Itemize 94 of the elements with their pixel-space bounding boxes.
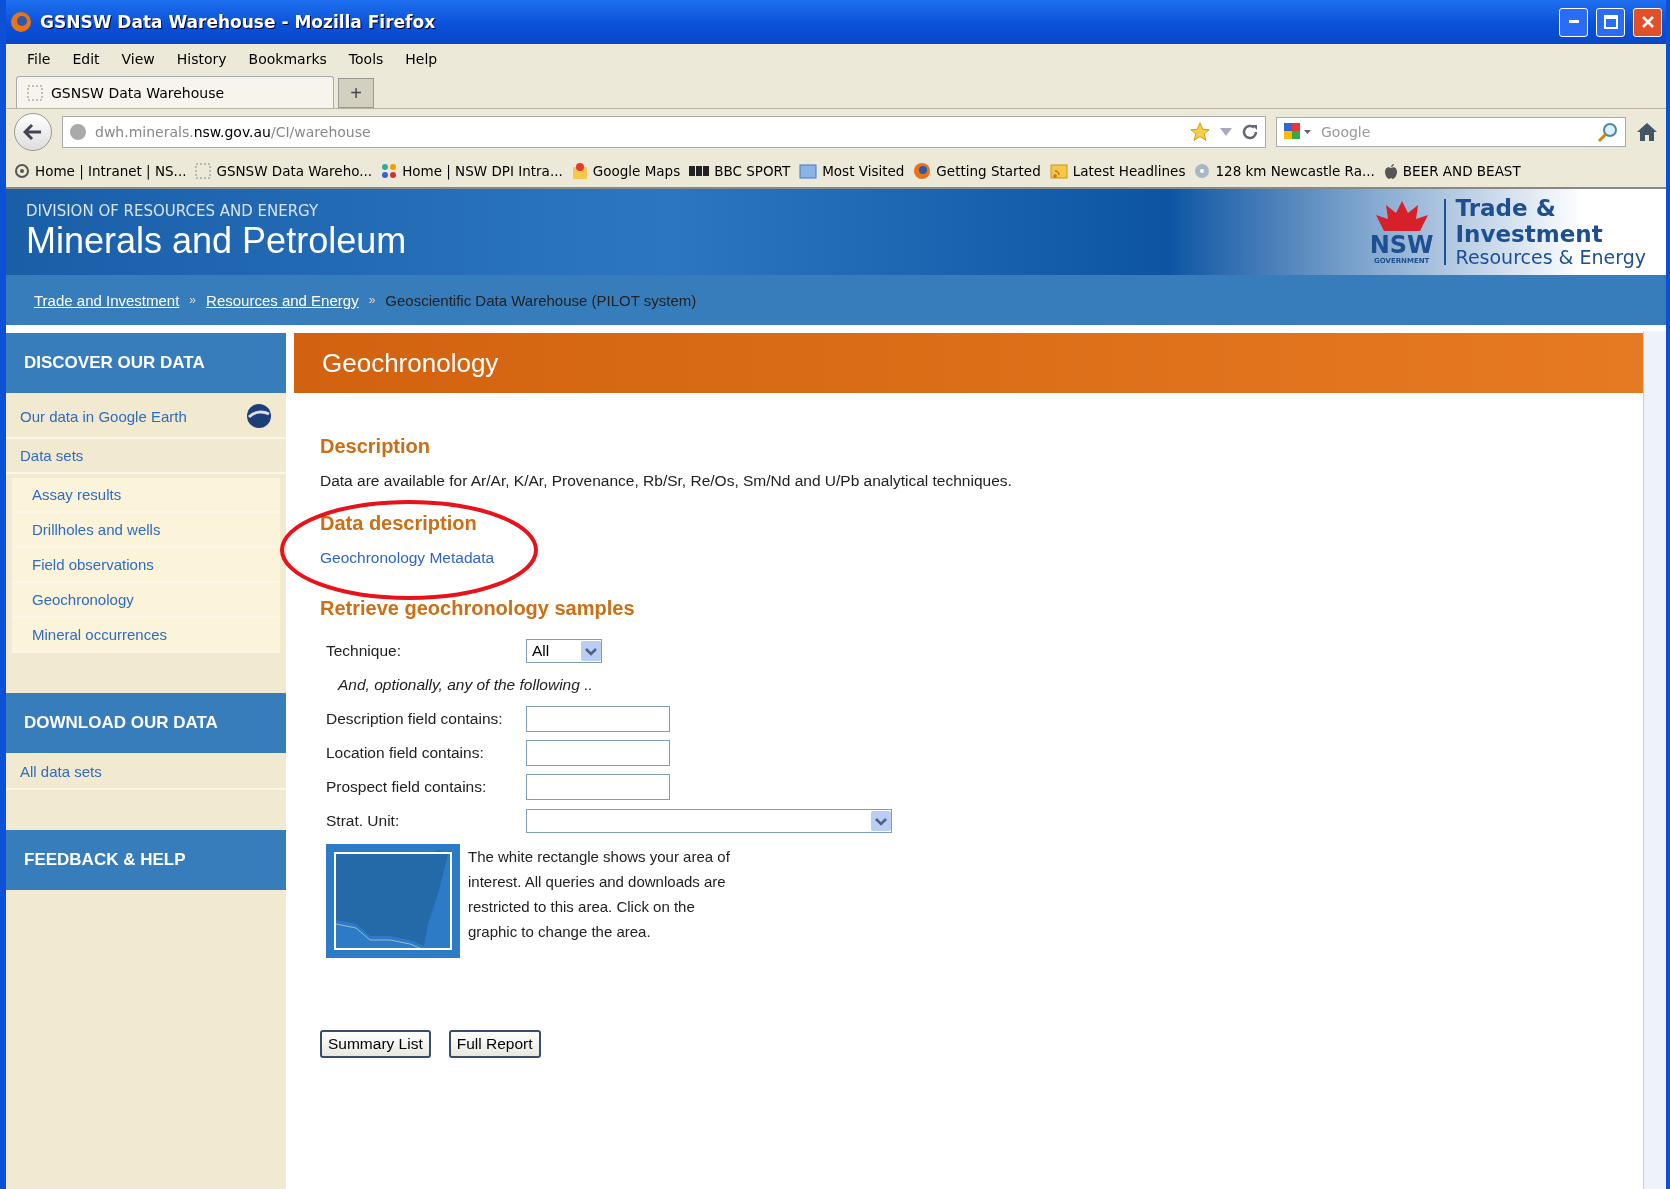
- brand-text: Trade &: [1455, 196, 1557, 222]
- browser-tab[interactable]: GSNSW Data Warehouse: [16, 76, 334, 108]
- sidebar-heading: DOWNLOAD OUR DATA: [6, 693, 286, 753]
- back-button[interactable]: [14, 113, 52, 151]
- field-label: Technique:: [326, 642, 402, 660]
- field-label: Strat. Unit:: [326, 812, 401, 830]
- minimize-icon: [1568, 20, 1579, 24]
- sidebar-heading: DISCOVER OUR DATA: [6, 333, 286, 393]
- section-heading: Description: [320, 435, 432, 458]
- bookmark-item[interactable]: BEER AND BEAST: [1383, 163, 1521, 179]
- page-banner: Geochronology: [294, 333, 1644, 393]
- sidebar-sublink[interactable]: Mineral occurrences: [12, 618, 280, 653]
- sidebar-link[interactable]: Data sets: [6, 439, 286, 474]
- sidebar-sublink[interactable]: Drillholes and wells: [12, 513, 280, 548]
- sidebar-link[interactable]: All data sets: [6, 755, 286, 790]
- map-instructions: The white rectangle shows your area of interest. All queries and downloads are restricted to this area. Click on the graphic to change the area.: [468, 847, 730, 942]
- select-field[interactable]: All: [526, 639, 602, 663]
- swirl-icon: [14, 163, 30, 179]
- blocks-icon: [689, 166, 710, 176]
- minimize-button[interactable]: [1559, 7, 1588, 37]
- bookmark-item[interactable]: Getting Started: [913, 162, 1041, 180]
- google-logo-icon: [1283, 122, 1313, 142]
- menu-item[interactable]: File: [16, 51, 62, 67]
- breadcrumb-separator: »: [189, 293, 197, 307]
- select-field[interactable]: [526, 809, 892, 833]
- rss-folder-icon: [1049, 163, 1068, 179]
- search-icon[interactable]: [1597, 121, 1619, 143]
- globe-icon: [913, 162, 932, 180]
- breadcrumb-current: Geoscientific Data Warehouse (PILOT system): [385, 291, 697, 309]
- maximize-button[interactable]: [1596, 7, 1625, 37]
- field-label: Location field contains:: [326, 744, 485, 762]
- sidebar-sublink[interactable]: Geochronology: [12, 583, 280, 618]
- metadata-link[interactable]: Geochronology Metadata: [320, 549, 495, 566]
- search-box[interactable]: Google: [1276, 117, 1626, 147]
- field-label: Description field contains:: [326, 710, 504, 728]
- sidebar-sublink[interactable]: Assay results: [12, 478, 280, 513]
- map-pin-icon: [571, 162, 588, 180]
- folder-icon: [799, 163, 818, 179]
- bookmark-item[interactable]: Home | Intranet | NS...: [14, 163, 187, 179]
- menu-item[interactable]: Help: [394, 51, 449, 67]
- bookmark-item[interactable]: Most Visited: [799, 163, 905, 179]
- maximize-icon: [1603, 15, 1618, 29]
- site-title: Minerals and Petroleum: [26, 220, 407, 262]
- sidebar-link[interactable]: Our data in Google Earth: [6, 395, 286, 439]
- blank-page-icon: [27, 84, 43, 101]
- menu-item[interactable]: Tools: [337, 51, 395, 67]
- new-tab-button[interactable]: +: [338, 78, 374, 108]
- disc-icon: [1194, 163, 1211, 179]
- menu-item[interactable]: Edit: [61, 51, 111, 67]
- bookmark-item[interactable]: Google Maps: [571, 162, 681, 180]
- blank-page-icon: [195, 163, 212, 179]
- breadcrumb-separator: »: [368, 293, 376, 307]
- star-icon[interactable]: [1189, 121, 1211, 143]
- input-field[interactable]: [526, 740, 670, 766]
- dropdown-icon[interactable]: [1219, 127, 1233, 137]
- division-label: DIVISION OF RESOURCES AND ENERGY: [26, 202, 320, 220]
- menu-item[interactable]: View: [110, 51, 166, 67]
- description-text: Data are available for Ar/Ar, K/Ar, Provenance, Rb/Sr, Re/Os, Sm/Nd and U/Pb analytical techniques.: [320, 472, 1013, 490]
- submit-button[interactable]: Full Report: [448, 1030, 541, 1058]
- back-arrow-icon: [23, 123, 43, 141]
- section-heading: Retrieve geochronology samples: [320, 597, 636, 620]
- brand-text: Resources & Energy: [1455, 246, 1646, 268]
- input-field[interactable]: [526, 774, 670, 800]
- breadcrumb-link[interactable]: Trade and Investment: [34, 291, 180, 309]
- bookmark-item[interactable]: Latest Headlines: [1049, 163, 1186, 179]
- bookmark-item[interactable]: BBC SPORT: [689, 163, 791, 179]
- logo-word: NSW: [1369, 233, 1434, 257]
- close-icon: [1640, 15, 1655, 29]
- bookmark-item[interactable]: GSNSW Data Wareho...: [195, 163, 373, 179]
- submit-button[interactable]: Summary List: [320, 1030, 431, 1058]
- reload-icon[interactable]: [1241, 123, 1259, 141]
- window-title: GSNSW Data Warehouse - Mozilla Firefox: [40, 12, 437, 32]
- brand-text: Investment: [1455, 221, 1604, 247]
- address-bar[interactable]: dwh.minerals.nsw.gov.au/CI/warehouse: [62, 116, 1266, 148]
- dots-icon: [381, 163, 398, 179]
- menu-item[interactable]: History: [165, 51, 238, 67]
- sidebar-sublink[interactable]: Field observations: [12, 548, 280, 583]
- home-icon[interactable]: [1636, 122, 1658, 142]
- scrollbar[interactable]: [1643, 331, 1666, 1189]
- apple-icon: [1383, 163, 1398, 179]
- hint-text: And, optionally, any of the following ..: [336, 676, 593, 694]
- globe-icon: [69, 123, 87, 141]
- bookmark-item[interactable]: 128 km Newcastle Ra...: [1194, 163, 1375, 179]
- breadcrumb-link[interactable]: Resources and Energy: [206, 291, 359, 309]
- menu-item[interactable]: Bookmarks: [237, 51, 338, 67]
- browser-logo-icon: [10, 11, 32, 33]
- sidebar-heading: FEEDBACK & HELP: [6, 830, 286, 890]
- bookmark-item[interactable]: Home | NSW DPI Intra...: [381, 163, 563, 179]
- close-button[interactable]: [1633, 7, 1662, 37]
- map-thumbnail[interactable]: [326, 844, 460, 958]
- input-field[interactable]: [526, 706, 670, 732]
- field-label: Prospect field contains:: [326, 778, 488, 796]
- section-heading: Data description: [320, 512, 478, 535]
- url-text: dwh.minerals.nsw.gov.au/CI/warehouse: [95, 124, 371, 140]
